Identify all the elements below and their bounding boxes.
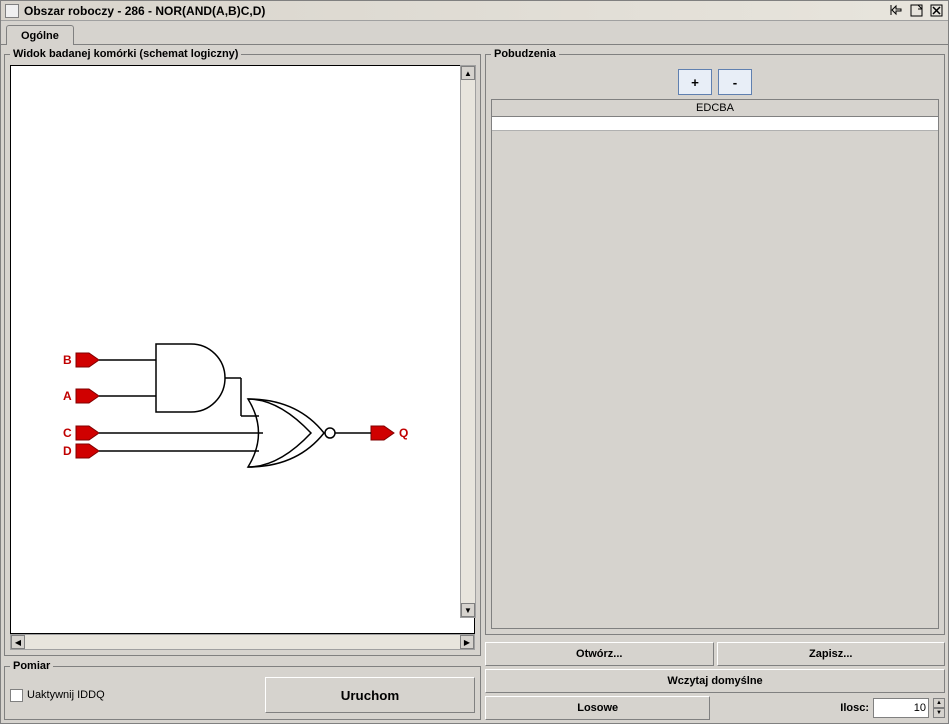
run-button[interactable]: Uruchom — [265, 677, 475, 713]
pin-label-b: B — [63, 353, 72, 367]
scroll-right-icon[interactable]: ▶ — [460, 635, 474, 649]
titlebar: Obszar roboczy - 286 - NOR(AND(A,B)C,D) — [1, 1, 948, 21]
vertical-scrollbar[interactable]: ▲ ▼ — [460, 65, 476, 618]
remove-button[interactable]: - — [718, 69, 752, 95]
horizontal-scrollbar[interactable]: ◀ ▶ — [10, 634, 475, 650]
count-input[interactable] — [873, 698, 929, 718]
pin-label-c: C — [63, 426, 72, 440]
window-icon — [5, 4, 19, 18]
count-up-icon[interactable]: ▲ — [933, 698, 945, 708]
iddq-label: Uaktywnij IDDQ — [27, 689, 105, 701]
scroll-left-icon[interactable]: ◀ — [11, 635, 25, 649]
schematic-canvas: B A C D Q — [10, 65, 475, 634]
iddq-checkbox[interactable] — [10, 689, 23, 702]
table-body — [492, 131, 938, 628]
pin-label-a: A — [63, 389, 72, 403]
pin-label-q: Q — [399, 426, 408, 440]
save-button[interactable]: Zapisz... — [717, 642, 946, 666]
pobudzenia-legend: Pobudzenia — [491, 48, 559, 60]
table-header: EDCBA — [492, 100, 938, 117]
table-row[interactable] — [492, 117, 938, 131]
circuit-diagram: B A C D Q — [11, 66, 461, 626]
iddq-checkbox-wrap[interactable]: Uaktywnij IDDQ — [10, 689, 105, 702]
maximize-icon[interactable] — [908, 3, 924, 18]
schematic-legend: Widok badanej komórki (schemat logiczny) — [10, 48, 241, 60]
open-button[interactable]: Otwórz... — [485, 642, 714, 666]
tab-general[interactable]: Ogólne — [6, 25, 74, 45]
tab-row: Ogólne — [1, 21, 948, 45]
scroll-down-icon[interactable]: ▼ — [461, 603, 475, 617]
minimize-icon[interactable] — [888, 3, 904, 18]
count-down-icon[interactable]: ▼ — [933, 708, 945, 718]
add-button[interactable]: + — [678, 69, 712, 95]
count-label: Ilosc: — [840, 702, 869, 714]
close-icon[interactable] — [928, 3, 944, 18]
random-button[interactable]: Losowe — [485, 696, 710, 720]
pomiar-legend: Pomiar — [10, 660, 53, 672]
window-title: Obszar roboczy - 286 - NOR(AND(A,B)C,D) — [24, 4, 888, 18]
scroll-up-icon[interactable]: ▲ — [461, 66, 475, 80]
pin-label-d: D — [63, 444, 72, 458]
load-default-button[interactable]: Wczytaj domyślne — [485, 669, 945, 693]
